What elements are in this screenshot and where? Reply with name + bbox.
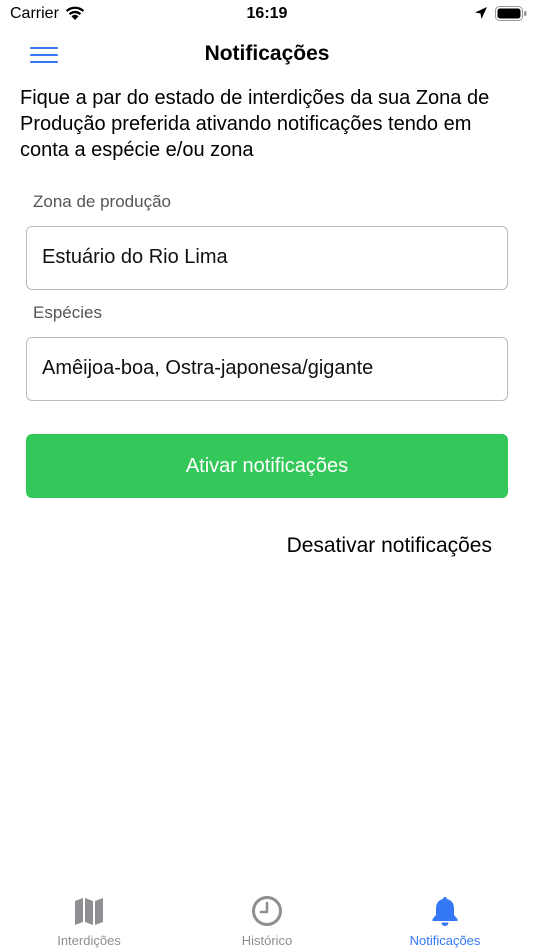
map-icon	[75, 898, 103, 925]
description-text: Fique a par do estado de interdições da …	[20, 87, 490, 161]
zone-value: Estuário do Rio Lima	[42, 246, 228, 268]
clock-time: 16:19	[246, 5, 288, 22]
tab-notificacoes[interactable]: Notificações	[356, 885, 534, 950]
zone-select-field[interactable]: Estuário do Rio Lima	[26, 226, 508, 290]
clock-icon	[252, 896, 282, 926]
tab-label: Interdições	[57, 933, 121, 948]
tab-bar: Interdições Histórico Notificações	[0, 885, 534, 950]
tab-historico[interactable]: Histórico	[178, 885, 356, 950]
location-arrow-icon	[475, 7, 487, 19]
tab-interdicoes[interactable]: Interdições	[0, 885, 178, 950]
battery-icon	[495, 6, 527, 21]
tab-label: Histórico	[241, 933, 293, 948]
page-title: Notificações	[204, 42, 330, 65]
species-label: Espécies	[33, 303, 102, 322]
activate-notifications-button[interactable]: Ativar notificações	[26, 434, 508, 498]
deactivate-notifications-button[interactable]: Desativar notificações	[287, 534, 492, 558]
species-value: Amêijoa-boa, Ostra-japonesa/gigante	[42, 357, 374, 379]
status-bar: Carrier 16:19	[0, 0, 534, 30]
zone-label: Zona de produção	[33, 192, 171, 211]
bell-icon	[432, 897, 458, 926]
tab-label: Notificações	[409, 933, 481, 948]
navigation-bar: Notificações	[0, 30, 534, 80]
species-select-field[interactable]: Amêijoa-boa, Ostra-japonesa/gigante	[26, 337, 508, 401]
